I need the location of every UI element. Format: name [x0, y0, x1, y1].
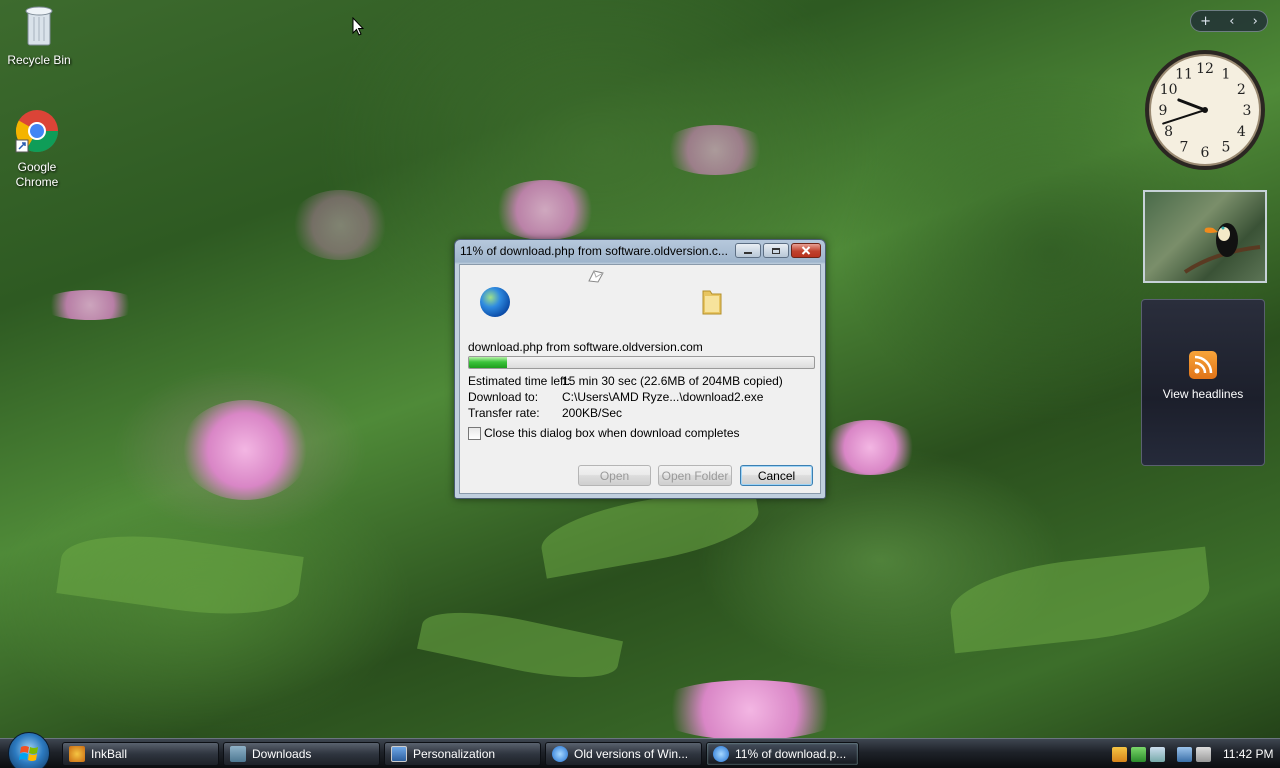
info-value: C:\Users\AMD Ryze...\download2.exe: [562, 390, 764, 404]
start-button[interactable]: [8, 732, 50, 768]
open-folder-button[interactable]: Open Folder: [658, 465, 732, 486]
restore-icon: [772, 248, 780, 254]
clock-numeral: 9: [1159, 103, 1168, 119]
info-label: Transfer rate:: [468, 406, 540, 420]
minimize-icon: [744, 251, 752, 254]
clock-numeral: 10: [1160, 82, 1178, 98]
taskbar-item-inkball[interactable]: InkBall: [62, 742, 219, 766]
clock-numeral: 12: [1196, 61, 1214, 77]
cancel-button[interactable]: Cancel: [740, 465, 813, 486]
background-leaf: [416, 599, 624, 691]
clock-numeral: 3: [1243, 103, 1252, 119]
view-headlines-link[interactable]: View headlines: [1142, 387, 1264, 401]
taskbar: InkBall Downloads Personalization Old ve…: [0, 732, 1280, 768]
clock-numeral: 4: [1237, 124, 1246, 140]
previous-page-button[interactable]: ‹: [1229, 14, 1234, 29]
gadget-controls: + ‹ ›: [1190, 10, 1268, 32]
background-leaf: [56, 523, 304, 627]
desktop-icon-label: Google Chrome: [15, 160, 59, 189]
desktop-icon-label: Recycle Bin: [7, 53, 71, 67]
internet-explorer-icon: [713, 746, 729, 762]
clock-numeral: 8: [1164, 124, 1173, 140]
taskbar-item-label: 11% of download.p...: [735, 747, 847, 761]
rss-feed-icon: [1189, 351, 1217, 379]
folder-icon: [230, 746, 246, 762]
info-row-destination: Download to: C:\Users\AMD Ryze...\downloa…: [468, 390, 763, 404]
close-button[interactable]: [791, 243, 821, 258]
close-icon: [801, 246, 811, 255]
feed-headlines-gadget[interactable]: View headlines: [1141, 299, 1265, 466]
download-progress-bar: [468, 356, 815, 369]
toucan-photo: [1183, 223, 1261, 274]
slideshow-gadget[interactable]: [1143, 190, 1267, 283]
close-when-done-option[interactable]: Close this dialog box when download comp…: [468, 426, 740, 440]
add-gadget-button[interactable]: +: [1200, 14, 1211, 29]
globe-icon: [480, 287, 510, 317]
volume-muted-icon[interactable]: [1196, 746, 1211, 762]
open-button[interactable]: Open: [578, 465, 651, 486]
info-value: 15 min 30 sec (22.6MB of 204MB copied): [562, 374, 783, 388]
background-flower: [820, 420, 920, 475]
mouse-cursor-icon: [352, 17, 364, 36]
checkbox-label: Close this dialog box when download comp…: [484, 426, 740, 440]
info-label: Estimated time left:: [468, 374, 571, 388]
network-tray-icon[interactable]: [1150, 746, 1165, 762]
taskbar-item-label: InkBall: [91, 747, 128, 761]
clock-numeral: 1: [1222, 67, 1231, 83]
taskbar-item-label: Old versions of Win...: [574, 747, 689, 761]
info-row-time: Estimated time left:15 min 30 sec (22.6M…: [468, 374, 783, 388]
taskbar-item-downloads[interactable]: Downloads: [223, 742, 380, 766]
info-row-rate: Transfer rate: 200KB/Sec: [468, 406, 622, 420]
dialog-body: download.php from software.oldversion.co…: [459, 264, 821, 494]
info-label: Download to:: [468, 390, 539, 404]
desktop-icon-recycle-bin[interactable]: Recycle Bin: [2, 3, 76, 68]
close-when-done-checkbox[interactable]: [468, 426, 481, 440]
clock-numeral: 6: [1201, 145, 1210, 161]
next-page-button[interactable]: ›: [1253, 14, 1258, 29]
background-flower: [290, 190, 390, 260]
tray-clock[interactable]: 11:42 PM: [1223, 747, 1273, 761]
taskbar-item-label: Personalization: [413, 747, 496, 761]
system-tray: 11:42 PM: [1108, 739, 1280, 768]
security-check-icon[interactable]: [1131, 746, 1146, 762]
display-tray-icon[interactable]: [1177, 746, 1192, 762]
recycle-bin-icon: [25, 6, 53, 46]
taskbar-item-label: Downloads: [252, 747, 312, 761]
desktop-icon-google-chrome[interactable]: Google Chrome: [0, 108, 74, 190]
download-source: download.php from software.oldversion.co…: [468, 340, 703, 354]
background-leaf: [946, 546, 1214, 654]
clock-numeral: 7: [1180, 139, 1189, 155]
folder-icon: [702, 290, 722, 315]
windows-logo-icon: [19, 746, 38, 761]
download-dialog: 11% of download.php from software.oldver…: [454, 239, 826, 499]
flying-paper-icon: [588, 270, 604, 283]
clock-gadget[interactable]: 12 12 3 45678 9 1011: [1143, 48, 1267, 172]
dialog-title: 11% of download.php from software.oldver…: [460, 244, 728, 258]
progress-fill: [469, 357, 507, 368]
window-controls: [733, 243, 821, 258]
background-flower: [180, 400, 310, 500]
clock-numeral: 11: [1175, 67, 1193, 83]
background-flower: [490, 180, 600, 240]
internet-explorer-icon: [552, 746, 568, 762]
info-value: 200KB/Sec: [562, 406, 623, 420]
clock-numeral: 2: [1237, 82, 1246, 98]
security-shield-icon[interactable]: [1112, 746, 1127, 762]
chrome-icon: [15, 110, 59, 153]
taskbar-item-download-progress[interactable]: 11% of download.p...: [706, 742, 859, 766]
minimize-button[interactable]: [735, 243, 761, 258]
restore-button[interactable]: [763, 243, 789, 258]
taskbar-item-personalization[interactable]: Personalization: [384, 742, 541, 766]
taskbar-item-ie-old-versions[interactable]: Old versions of Win...: [545, 742, 702, 766]
background-flower: [660, 125, 770, 175]
monitor-icon: [391, 746, 407, 762]
clock-numeral: 5: [1222, 139, 1231, 155]
inkball-icon: [69, 746, 85, 762]
background-flower: [40, 290, 140, 320]
background-flower: [650, 680, 850, 740]
